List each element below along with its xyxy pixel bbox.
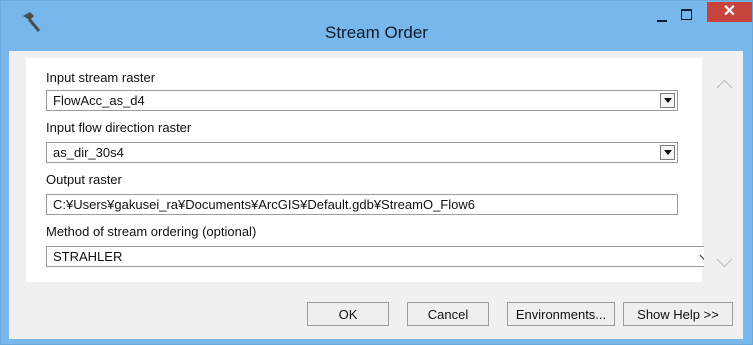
output-raster-label: Output raster [46, 172, 122, 187]
dropdown-arrow-icon[interactable] [660, 93, 675, 108]
ok-button[interactable]: OK [307, 302, 389, 326]
input-flow-direction-value: as_dir_30s4 [53, 145, 124, 160]
input-stream-raster-label: Input stream raster [46, 70, 156, 85]
dialog-window: Stream Order ✕ Input stream raster FlowA… [0, 0, 753, 345]
method-value: STRAHLER [53, 249, 123, 264]
cancel-button[interactable]: Cancel [407, 302, 489, 326]
maximize-button[interactable] [674, 5, 700, 27]
input-flow-direction-label: Input flow direction raster [46, 120, 192, 135]
parameters-panel: Input stream raster FlowAcc_as_d4 Input … [26, 58, 733, 282]
input-flow-direction-combobox[interactable]: as_dir_30s4 [46, 142, 678, 163]
vertical-scrollbar[interactable] [704, 58, 743, 282]
method-label: Method of stream ordering (optional) [46, 224, 257, 239]
dropdown-arrow-icon[interactable] [660, 145, 675, 160]
output-raster-value: C:¥Users¥gakusei_ra¥Documents¥ArcGIS¥Def… [53, 197, 475, 212]
title-bar[interactable]: Stream Order ✕ [1, 1, 752, 51]
method-select[interactable]: STRAHLER [46, 246, 717, 267]
show-help-button[interactable]: Show Help >> [623, 302, 733, 326]
dialog-body: Input stream raster FlowAcc_as_d4 Input … [9, 51, 743, 339]
environments-button[interactable]: Environments... [507, 302, 615, 326]
input-stream-raster-combobox[interactable]: FlowAcc_as_d4 [46, 90, 678, 111]
dialog-title: Stream Order [325, 23, 428, 42]
close-button[interactable]: ✕ [707, 2, 752, 22]
output-raster-input[interactable]: C:¥Users¥gakusei_ra¥Documents¥ArcGIS¥Def… [46, 194, 678, 215]
minimize-button[interactable] [649, 6, 675, 28]
input-stream-raster-value: FlowAcc_as_d4 [53, 93, 145, 108]
